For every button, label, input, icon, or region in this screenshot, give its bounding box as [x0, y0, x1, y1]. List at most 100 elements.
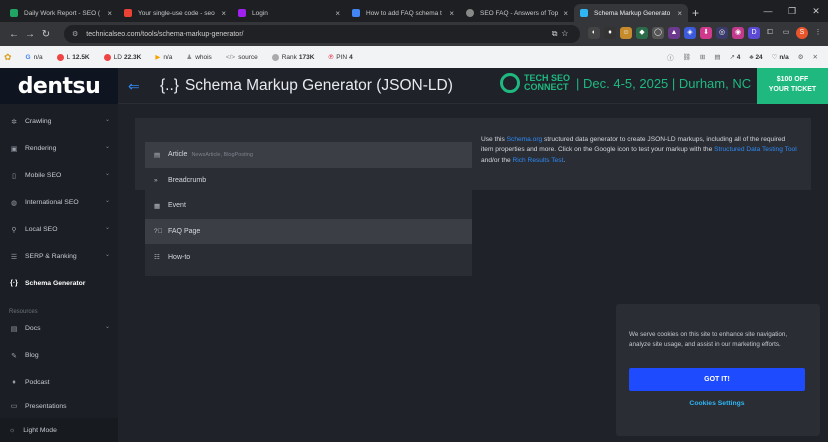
seo-share-icon[interactable]: ⊞ — [700, 53, 705, 61]
forward-icon[interactable]: → — [22, 29, 38, 40]
chevron-down-icon: ⌄ — [104, 252, 110, 258]
page-title: {..} Schema Markup Generator (JSON-LD) — [160, 77, 453, 94]
schema-type-faq-page[interactable]: ?⃝ FAQ Page — [145, 218, 472, 245]
install-icon[interactable]: ⧉ — [552, 29, 562, 38]
presentation-icon: ▭ — [10, 403, 18, 410]
light-mode-toggle[interactable]: ☼ Light Mode — [0, 418, 118, 442]
site-info-icon[interactable]: ⚙ — [72, 30, 78, 38]
extension-icon[interactable]: ◎ — [716, 27, 728, 39]
docs-icon — [352, 9, 360, 17]
browser-menu-icon[interactable]: ⋮ — [812, 27, 824, 39]
browser-tab[interactable]: Daily Work Report - SEO (× — [4, 4, 118, 22]
seo-close-icon[interactable]: ✕ — [813, 53, 818, 61]
collapse-menu-icon[interactable]: ⇐ — [128, 78, 140, 95]
logo-area[interactable]: dentsu — [0, 68, 118, 104]
calendar-icon: ▦ — [154, 202, 161, 210]
sidebar-item-presentations[interactable]: ▭ Presentations — [0, 396, 118, 410]
seo-metric-ld[interactable]: LD 22.3K — [103, 53, 141, 61]
seo-metric-i[interactable]: ▶ n/a — [155, 53, 172, 62]
sun-icon: ☼ — [9, 426, 16, 434]
extension-icon[interactable]: ♦ — [604, 27, 616, 39]
seo-metric-g[interactable]: Gn/a — [26, 54, 43, 61]
extension-icon[interactable]: D — [748, 27, 760, 39]
sidebar-item-international-seo[interactable]: ◍ International SEO ⌄ — [0, 189, 118, 216]
ticket-button[interactable]: $100 OFF YOUR TICKET — [757, 68, 828, 104]
close-icon[interactable]: × — [107, 9, 112, 18]
extension-icon[interactable]: ▲ — [668, 27, 680, 39]
sidebar-item-crawling[interactable]: ✲ Crawling ⌄ — [0, 108, 118, 135]
new-tab-icon[interactable]: + — [692, 6, 699, 20]
browser-tab-active[interactable]: Schema Markup Generato × — [574, 4, 688, 22]
window-close-icon[interactable]: ✕ — [804, 6, 828, 17]
document-icon: ▤ — [10, 325, 18, 333]
seo-metric-r2[interactable]: ♣ 24 — [749, 54, 762, 61]
browser-tab[interactable]: Login × — [232, 4, 346, 22]
browser-tab[interactable]: SEO FAQ - Answers of Top × — [460, 4, 574, 22]
seo-whois-link[interactable]: ♟ whois — [186, 53, 211, 62]
minimize-icon[interactable]: — — [756, 6, 780, 16]
close-icon[interactable]: × — [449, 9, 454, 18]
sidebar-item-schema-generator[interactable]: {·} Schema Generator — [0, 270, 118, 297]
gmail-icon — [124, 9, 132, 17]
seo-settings-icon[interactable]: ⚙ — [798, 53, 804, 61]
structured-data-testing-tool-link[interactable]: Structured Data Testing Tool — [714, 146, 797, 153]
sidebar-item-blog[interactable]: ✎ Blog — [0, 342, 118, 369]
globe-icon: ◍ — [10, 199, 18, 207]
seo-pin[interactable]: ℗ PIN 4 — [328, 54, 352, 61]
extension-icon[interactable]: ◐ — [588, 27, 600, 39]
seo-quake-icon[interactable]: ✿ — [4, 52, 12, 63]
bookmark-star-icon[interactable]: ☆ — [561, 29, 572, 38]
sidebar-item-podcast[interactable]: ♦ Podcast — [0, 369, 118, 396]
seo-pages-icon[interactable]: ▤ — [714, 53, 720, 61]
schema-org-link[interactable]: Schema.org — [507, 136, 543, 143]
seo-metric-r1[interactable]: ↗ 4 — [729, 53, 740, 61]
rich-results-test-link[interactable]: Rich Results Test — [513, 157, 564, 164]
promo-banner[interactable]: TECH SEO CONNECT | Dec. 4-5, 2025 | Durha… — [500, 73, 751, 93]
schema-type-article[interactable]: ▤ Article NewsArticle, BlogPosting — [145, 142, 472, 168]
seo-metric-l[interactable]: L 12.5K — [56, 53, 90, 61]
extensions-puzzle-icon[interactable]: ⧠ — [764, 27, 776, 39]
extension-icon[interactable]: ◯ — [652, 27, 664, 39]
chevron-down-icon: ⌄ — [104, 324, 110, 330]
back-icon[interactable]: ← — [6, 29, 22, 40]
map-pin-icon: ⚲ — [11, 226, 17, 234]
sidebar-item-docs[interactable]: ▤ Docs ⌄ — [0, 315, 118, 342]
close-icon[interactable]: × — [677, 9, 682, 18]
schema-type-how-to[interactable]: ☷ How-to — [145, 244, 472, 270]
seo-source-link[interactable]: </> source — [226, 54, 258, 61]
url-bar[interactable]: ⚙ technicalseo.com/tools/schema-markup-g… — [64, 25, 580, 43]
extension-icon[interactable]: ◆ — [636, 27, 648, 39]
dentsu-logo[interactable]: dentsu — [18, 74, 101, 99]
seo-rank[interactable]: Rank 173K — [271, 53, 314, 61]
extension-icon[interactable]: ☺ — [620, 27, 632, 39]
extension-icon[interactable]: ⬇ — [700, 27, 712, 39]
schema-type-breadcrumb[interactable]: » Breadcrumb — [145, 168, 472, 194]
extension-icon[interactable]: ◉ — [732, 27, 744, 39]
seo-metric-r3[interactable]: ♡ n/a — [772, 53, 789, 61]
pencil-icon: ✎ — [11, 352, 17, 360]
restore-icon[interactable]: ❐ — [780, 6, 804, 17]
code-braces-icon: {·} — [10, 280, 18, 287]
close-icon[interactable]: × — [335, 9, 340, 18]
reload-icon[interactable]: ↻ — [38, 29, 54, 40]
extension-icon[interactable]: ◈ — [684, 27, 696, 39]
schema-type-event[interactable]: ▦ Event — [145, 193, 472, 219]
profile-avatar[interactable]: S — [796, 27, 808, 39]
sidebar-item-mobile-seo[interactable]: ▯ Mobile SEO ⌄ — [0, 162, 118, 189]
browser-tab[interactable]: How to add FAQ schema t × — [346, 4, 460, 22]
close-icon[interactable]: × — [221, 9, 226, 18]
seo-info-icon[interactable]: ⓘ — [667, 52, 674, 62]
sidepanel-icon[interactable]: ▭ — [780, 27, 792, 39]
sidebar-item-local-seo[interactable]: ⚲ Local SEO ⌄ — [0, 216, 118, 243]
seo-links-icon[interactable]: ⛓ — [683, 53, 691, 61]
sidebar-item-serp-ranking[interactable]: ☰ SERP & Ranking ⌄ — [0, 243, 118, 270]
close-icon[interactable]: × — [563, 9, 568, 18]
accept-cookies-button[interactable]: GOT IT! — [629, 368, 805, 391]
tech-seo-connect-logo-icon — [500, 73, 520, 93]
sidebar-item-rendering[interactable]: ▣ Rendering ⌄ — [0, 135, 118, 162]
url-text: technicalseo.com/tools/schema-markup-gen… — [86, 30, 244, 38]
cookie-settings-link[interactable]: Cookies Settings — [629, 400, 805, 407]
list-icon: ☰ — [10, 253, 18, 261]
browser-tab[interactable]: Your single-use code - seo × — [118, 4, 232, 22]
site-header: dentsu ⇐ {..} Schema Markup Generator (JS… — [0, 68, 828, 104]
